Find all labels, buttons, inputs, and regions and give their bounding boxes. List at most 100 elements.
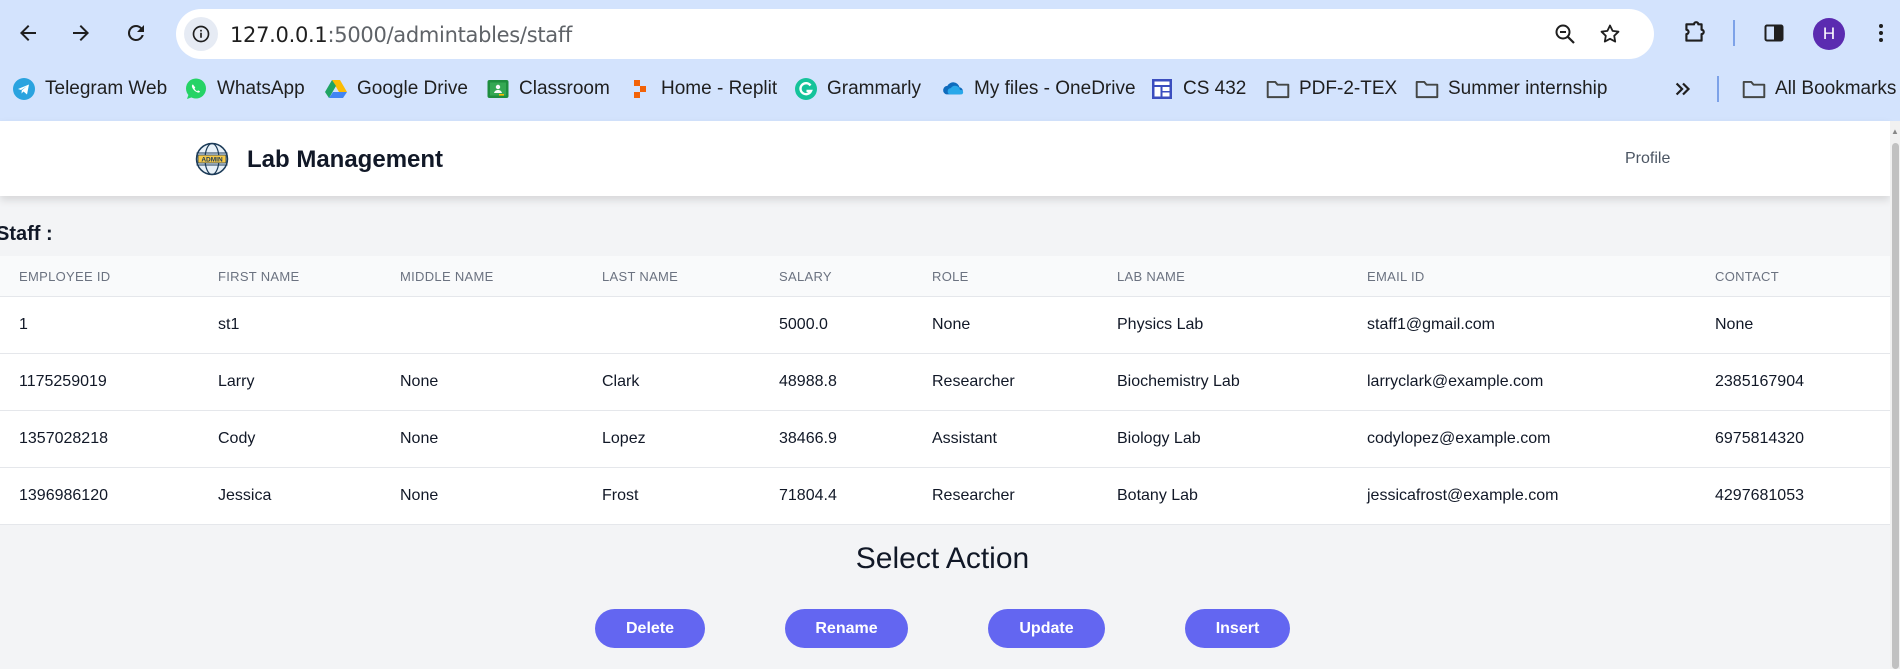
bookmark-cs432[interactable]: CS 432 xyxy=(1149,70,1246,108)
column-header: ROLE xyxy=(932,268,969,284)
bookmarks-divider xyxy=(1717,76,1719,102)
bookmark-onedrive[interactable]: My files - OneDrive xyxy=(940,70,1136,108)
url-text[interactable]: 127.0.0.1:5000/admintables/staff xyxy=(230,23,572,47)
cell-employee-id: 1396986120 xyxy=(19,487,108,504)
browser-toolbar: 127.0.0.1:5000/admintables/staff H xyxy=(0,0,1900,66)
bookmark-label: WhatsApp xyxy=(217,78,305,99)
rename-button[interactable]: Rename xyxy=(785,609,908,648)
cell-contact: 2385167904 xyxy=(1715,373,1804,390)
admin-logo-icon[interactable]: ADMIN xyxy=(195,142,229,176)
side-panel-button[interactable] xyxy=(1760,19,1788,47)
toolbar-divider xyxy=(1733,20,1735,46)
telegram-icon xyxy=(11,76,37,102)
onedrive-icon xyxy=(940,76,966,102)
bookmark-google-drive[interactable]: Google Drive xyxy=(323,70,468,108)
puzzle-icon xyxy=(1685,21,1705,42)
more-bookmarks-button[interactable] xyxy=(1670,70,1696,108)
url-host: 127.0.0.1 xyxy=(230,23,328,47)
update-button[interactable]: Update xyxy=(988,609,1105,648)
bookmark-label: CS 432 xyxy=(1183,78,1247,99)
column-header: CONTACT xyxy=(1715,268,1779,284)
grammarly-icon xyxy=(793,76,819,102)
bookmark-pdf2tex[interactable]: PDF-2-TEX xyxy=(1265,70,1397,108)
profile-link[interactable]: Profile xyxy=(1625,150,1670,168)
cell-first-name: Jessica xyxy=(218,487,272,504)
zoom-out-icon xyxy=(1555,24,1575,44)
avatar-letter: H xyxy=(1822,24,1836,43)
side-panel-icon xyxy=(1764,24,1784,42)
cell-lab-name: Biochemistry Lab xyxy=(1117,373,1240,390)
delete-button[interactable]: Delete xyxy=(595,609,705,648)
bookmark-label: Telegram Web xyxy=(45,78,168,99)
cell-last-name: Lopez xyxy=(602,430,646,447)
insert-button[interactable]: Insert xyxy=(1185,609,1290,648)
cell-salary: 5000.0 xyxy=(779,316,828,333)
column-header: FIRST NAME xyxy=(218,268,300,284)
scrollbar-thumb[interactable] xyxy=(1892,143,1899,669)
browser-chrome: 127.0.0.1:5000/admintables/staff H Teleg… xyxy=(0,0,1900,121)
bookmark-classroom[interactable]: Classroom xyxy=(485,70,610,108)
cell-contact: 6975814320 xyxy=(1715,430,1804,447)
section-title: Staff : xyxy=(0,223,53,245)
table-row: 1 st1 5000.0 None Physics Lab staff1@gma… xyxy=(0,297,1890,354)
table-header-row: EMPLOYEE ID FIRST NAME MIDDLE NAME LAST … xyxy=(0,256,1890,297)
cell-lab-name: Botany Lab xyxy=(1117,487,1198,504)
google-drive-icon xyxy=(323,76,349,102)
app-header: ADMIN Lab Management Profile xyxy=(0,121,1890,196)
reload-button[interactable] xyxy=(119,16,153,50)
all-bookmarks-button[interactable]: All Bookmarks xyxy=(1741,70,1896,108)
cell-contact: None xyxy=(1715,316,1754,333)
app-title: Lab Management xyxy=(247,146,444,173)
page-scrollbar[interactable]: ▲ xyxy=(1890,121,1900,669)
folder-icon xyxy=(1414,76,1440,102)
zoom-button[interactable] xyxy=(1553,22,1577,46)
info-icon xyxy=(192,25,210,43)
cell-last-name: Frost xyxy=(602,487,639,504)
column-header: LAB NAME xyxy=(1117,268,1186,284)
cell-salary: 38466.9 xyxy=(779,430,837,447)
cell-first-name: Larry xyxy=(218,373,255,390)
bookmark-grammarly[interactable]: Grammarly xyxy=(793,70,921,108)
bookmark-star-button[interactable] xyxy=(1598,22,1622,46)
bookmark-whatsapp[interactable]: WhatsApp xyxy=(183,70,305,108)
bookmark-label: Summer internship xyxy=(1448,78,1608,99)
bookmark-summer-internship[interactable]: Summer internship xyxy=(1414,70,1607,108)
cell-role: None xyxy=(932,316,971,333)
table-row: 1396986120 Jessica None Frost 71804.4 Re… xyxy=(0,468,1890,525)
arrow-left-icon xyxy=(20,25,36,41)
site-info-button[interactable] xyxy=(184,17,218,51)
cell-lab-name: Biology Lab xyxy=(1117,430,1201,447)
cell-role: Researcher xyxy=(932,487,1015,504)
extensions-button[interactable] xyxy=(1680,19,1708,47)
cell-first-name: st1 xyxy=(218,316,240,333)
cell-email: staff1@gmail.com xyxy=(1367,316,1495,333)
reload-icon xyxy=(127,24,144,41)
whatsapp-icon xyxy=(183,76,209,102)
cell-first-name: Cody xyxy=(218,430,256,447)
page-content: ADMIN Lab Management Profile Staff : EMP… xyxy=(0,121,1890,669)
classroom-icon xyxy=(485,76,511,102)
scroll-up-icon[interactable]: ▲ xyxy=(1890,127,1900,137)
cell-employee-id: 1 xyxy=(19,316,28,333)
cell-email: codylopez@example.com xyxy=(1367,430,1551,447)
cell-salary: 71804.4 xyxy=(779,487,837,504)
bookmark-replit[interactable]: Home - Replit xyxy=(627,70,777,108)
bookmark-label: Grammarly xyxy=(827,78,921,99)
cell-last-name: Clark xyxy=(602,373,640,390)
bookmark-label: My files - OneDrive xyxy=(974,78,1136,99)
bookmark-label: Google Drive xyxy=(357,78,468,99)
table-row: 1357028218 Cody None Lopez 38466.9 Assis… xyxy=(0,411,1890,468)
cell-employee-id: 1357028218 xyxy=(19,430,108,447)
bookmark-telegram[interactable]: Telegram Web xyxy=(11,70,167,108)
replit-icon xyxy=(627,76,653,102)
browser-menu-button[interactable] xyxy=(1867,19,1895,47)
bookmark-label: PDF-2-TEX xyxy=(1299,78,1398,99)
kebab-menu-icon xyxy=(1879,24,1883,42)
back-button[interactable] xyxy=(11,16,45,50)
forward-button[interactable] xyxy=(64,16,98,50)
address-bar[interactable]: 127.0.0.1:5000/admintables/staff xyxy=(176,9,1654,59)
profile-avatar[interactable]: H xyxy=(1813,18,1845,50)
column-header: SALARY xyxy=(779,268,832,284)
select-action-title: Select Action xyxy=(855,542,1030,575)
cell-lab-name: Physics Lab xyxy=(1117,316,1204,333)
